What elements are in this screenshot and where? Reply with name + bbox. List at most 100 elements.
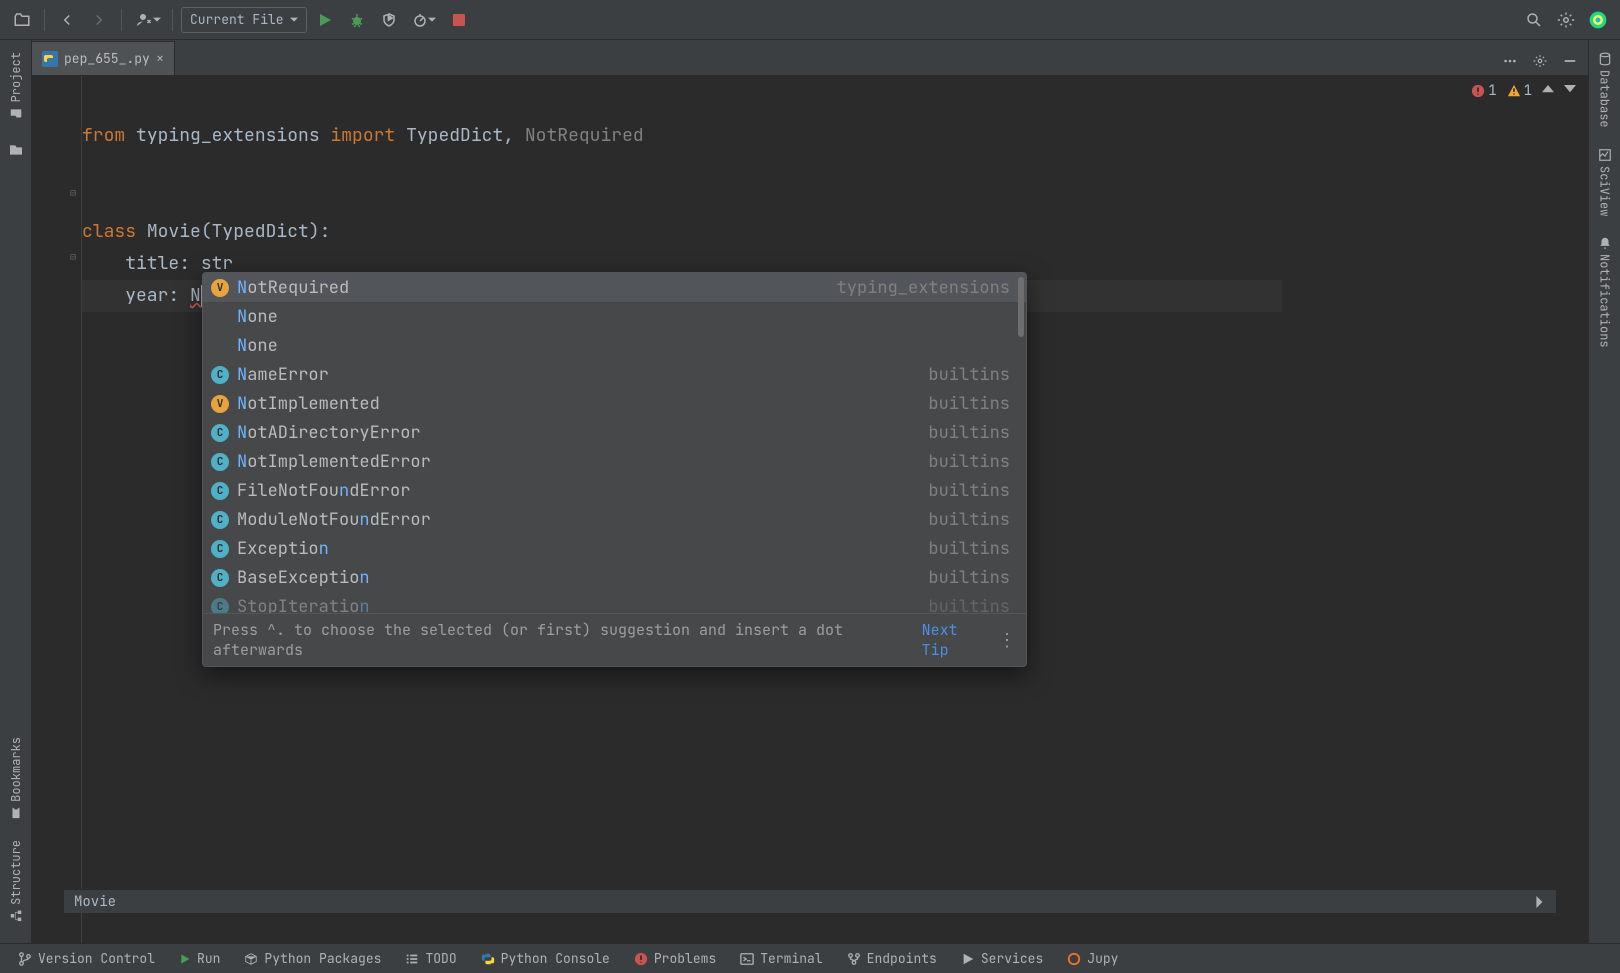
project-tool-button[interactable]: Project [8,46,24,126]
tab-settings-button[interactable] [1526,47,1554,75]
prev-highlight-button[interactable] [1542,85,1554,97]
bottom-tool-run[interactable]: Run [169,944,230,973]
completion-item[interactable]: V NotRequired typing_extensions [203,273,1026,302]
next-tip-link[interactable]: Next Tip [922,620,990,660]
database-tool-button[interactable]: Database [1597,46,1613,134]
completion-item[interactable]: VNotImplementedbuiltins [203,389,1026,418]
right-tool-rail: Database SciView Notifications [1588,40,1620,943]
notifications-tool-button[interactable]: Notifications [1597,230,1613,354]
warning-count[interactable]: 1 [1507,82,1532,100]
completion-item[interactable]: C NotADirectoryError builtins [203,418,1026,447]
editor-tab[interactable]: pep_655_.py × [32,41,175,75]
python-file-icon [42,51,58,67]
bottom-tool-python-packages[interactable]: Python Packages [234,944,391,973]
inspection-widget[interactable]: 1 1 [1471,82,1576,100]
completion-item[interactable]: C NameError builtins [203,360,1026,389]
nav-forward-button[interactable] [85,6,113,34]
completion-type-icon: C [211,453,229,471]
tab-more-button[interactable] [1496,47,1524,75]
completion-type-icon: C [211,511,229,529]
completion-footer: Press ^. to choose the selected (or firs… [203,613,1026,666]
completion-name: NotRequired [237,277,349,299]
completion-type-icon [211,308,229,326]
main-toolbar: Current File [0,0,1620,40]
popup-scrollbar[interactable] [1018,277,1024,337]
sciview-tool-button[interactable]: SciView [1597,142,1613,222]
completion-type-icon: C [211,482,229,500]
error-count[interactable]: 1 [1471,82,1496,100]
debug-button[interactable] [343,6,371,34]
project-label: Project [8,52,24,102]
database-label: Database [1597,70,1613,128]
completion-list[interactable]: V NotRequired typing_extensions None None C Na… [203,273,1026,613]
completion-popup: V NotRequired typing_extensions None None C Na… [202,272,1027,667]
sciview-label: SciView [1597,166,1613,216]
separator [172,9,173,31]
bottom-tool-problems[interactable]: Problems [624,944,726,973]
completion-type-icon: V [211,395,229,413]
completion-type-icon: C [211,366,229,384]
completion-item[interactable]: CExceptionbuiltins [203,534,1026,563]
bottom-tool-endpoints[interactable]: Endpoints [837,944,947,973]
completion-source: builtins [928,567,1010,589]
structure-tool-button[interactable]: Structure [8,834,24,929]
completion-name: ModuleNotFoundError [237,509,431,531]
completion-source: builtins [928,451,1010,473]
run-config-dropdown[interactable]: Current File [181,7,307,33]
completion-item[interactable]: CStopIterationbuiltins [203,592,1026,613]
open-folder-button[interactable] [8,6,36,34]
bottom-tool-services[interactable]: Services [951,944,1053,973]
separator [44,9,45,31]
completion-name: None [237,335,278,357]
bookmarks-label: Bookmarks [8,737,24,802]
completion-name: NameError [237,364,329,386]
add-config-button[interactable] [130,6,164,34]
completion-type-icon: C [211,424,229,442]
completion-name: NotADirectoryError [237,422,421,444]
separator [121,9,122,31]
completion-type-icon: V [211,279,229,297]
completion-name: NotImplementedError [237,451,431,473]
bottom-tool-python-console[interactable]: Python Console [471,944,620,973]
nav-back-button[interactable] [53,6,81,34]
run-coverage-button[interactable] [375,6,403,34]
run-button[interactable] [311,6,339,34]
editor-area: pep_655_.py × ⊟ ⊟ 1 1 from typing_ex [32,40,1588,943]
completion-name: BaseException [237,567,370,589]
stop-button[interactable] [445,6,473,34]
bookmarks-tool-button[interactable]: Bookmarks [8,731,24,826]
hide-tab-button[interactable] [1556,47,1584,75]
completion-item[interactable]: C BaseException builtins [203,563,1026,592]
completion-item[interactable]: CFileNotFoundErrorbuiltins [203,476,1026,505]
bottom-tool-todo[interactable]: TODO [395,944,466,973]
code-editor[interactable]: ⊟ ⊟ 1 1 from typing_extensions import Ty… [32,76,1588,943]
ide-logo-icon[interactable] [1584,6,1612,34]
completion-item[interactable]: C NotImplementedError builtins [203,447,1026,476]
completion-item[interactable]: CModuleNotFoundErrorbuiltins [203,505,1026,534]
completion-type-icon: C [211,569,229,587]
completion-source: builtins [928,422,1010,444]
fold-toggle[interactable]: ⊟ [70,186,76,199]
breadcrumb[interactable]: Movie [74,893,116,911]
completion-source: builtins [928,538,1010,560]
editor-gutter[interactable]: ⊟ ⊟ [32,76,82,943]
completion-name: FileNotFoundError [237,480,410,502]
completion-item[interactable]: None [203,302,1026,331]
next-highlight-button[interactable] [1564,85,1576,97]
completion-source: builtins [928,364,1010,386]
completion-source: builtins [928,393,1010,415]
folder-icon[interactable] [4,138,28,162]
settings-button[interactable] [1552,6,1580,34]
bottom-tool-version-control[interactable]: Version Control [8,944,165,973]
run-config-label: Current File [190,11,284,28]
fold-toggle[interactable]: ⊟ [70,250,76,263]
bottom-tool-jupy[interactable]: Jupy [1057,944,1128,973]
bottom-tool-terminal[interactable]: Terminal [730,944,832,973]
breadcrumb-chevron-icon[interactable] [1534,896,1546,908]
search-everywhere-button[interactable] [1520,6,1548,34]
completion-more-button[interactable]: ⋮ [998,629,1016,652]
close-tab-button[interactable]: × [156,50,164,68]
completion-source: typing_extensions [837,277,1010,299]
profiler-button[interactable] [407,6,441,34]
completion-item[interactable]: None [203,331,1026,360]
